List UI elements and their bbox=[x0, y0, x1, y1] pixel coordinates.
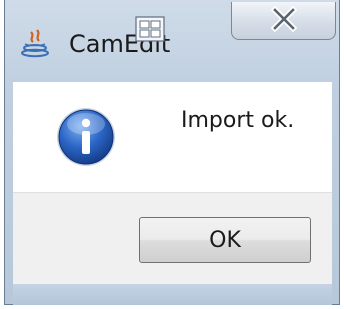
java-app-icon bbox=[21, 29, 49, 58]
dialog-message: Import ok. bbox=[181, 108, 295, 133]
dialog-footer: OK bbox=[13, 192, 332, 285]
window-switch-icon[interactable] bbox=[135, 16, 165, 42]
window-bottom-border bbox=[13, 284, 332, 305]
info-icon bbox=[57, 108, 115, 166]
title-bar[interactable]: CamEdit bbox=[5, 0, 339, 78]
close-icon bbox=[270, 6, 298, 32]
close-button[interactable] bbox=[231, 2, 336, 40]
dialog-window: CamEdit Import ok. OK bbox=[4, 0, 340, 305]
ok-button[interactable]: OK bbox=[139, 217, 311, 263]
dialog-content: Import ok. bbox=[13, 82, 332, 192]
